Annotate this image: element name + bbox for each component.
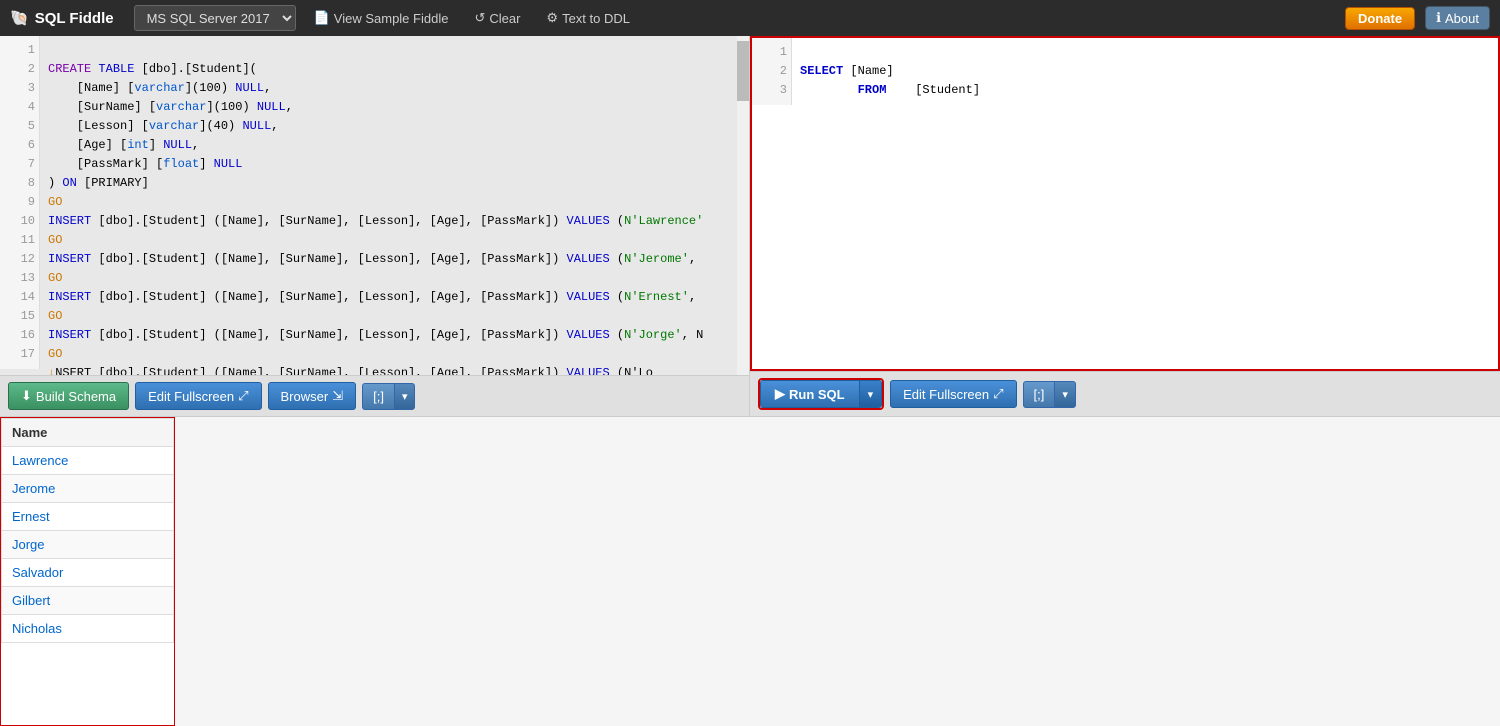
table-cell-name: Ernest — [2, 503, 174, 531]
browser-button[interactable]: Browser ⇲ — [268, 382, 357, 410]
left-scroll[interactable] — [737, 36, 749, 375]
header: 🐚 SQL Fiddle MS SQL Server 2017 MySQL 5.… — [0, 0, 1500, 36]
browser-icon: ⇲ — [332, 388, 343, 404]
edit-fullscreen-left-button[interactable]: Edit Fullscreen ⤢ — [135, 382, 261, 410]
donate-button[interactable]: Donate — [1345, 7, 1415, 30]
table-cell-name: Nicholas — [2, 615, 174, 643]
db-selector[interactable]: MS SQL Server 2017 MySQL 5.6 MySQL 5.7 P… — [134, 5, 296, 31]
logo-text: SQL Fiddle — [35, 10, 114, 27]
semicolon-group-left: [;] ▾ — [362, 383, 415, 410]
semicolon-right-label: [;] — [1034, 387, 1045, 402]
main-area: 1234567891011121314151617 CREATE TABLE [… — [0, 36, 1500, 726]
about-button[interactable]: ℹ About — [1425, 6, 1490, 30]
view-sample-button[interactable]: 📄 View Sample Fiddle — [306, 6, 457, 30]
table-row: Ernest — [2, 503, 174, 531]
table-row: Salvador — [2, 559, 174, 587]
editors-row: 1234567891011121314151617 CREATE TABLE [… — [0, 36, 1500, 416]
results-column-header: Name — [2, 419, 174, 447]
logo-icon: 🐚 — [10, 9, 29, 27]
right-code-display[interactable]: SELECT [Name] FROM [Student] — [792, 38, 1498, 105]
build-schema-button[interactable]: ⬇ Build Schema — [8, 382, 129, 410]
semicolon-right-dropdown[interactable]: ▾ — [1054, 381, 1076, 408]
semicolon-group-right: [;] ▾ — [1023, 381, 1076, 408]
text-ddl-icon: ⚙ — [546, 10, 558, 26]
right-line-numbers: 123 — [752, 38, 792, 105]
line-numbers-left: 1234567891011121314151617 — [0, 36, 40, 369]
run-icon: ▶ — [775, 386, 785, 402]
table-cell-name: Gilbert — [2, 587, 174, 615]
text-to-ddl-button[interactable]: ⚙ Text to DDL — [538, 6, 638, 30]
table-row: Gilbert — [2, 587, 174, 615]
view-sample-icon: 📄 — [314, 10, 330, 26]
table-row: Lawrence — [2, 447, 174, 475]
semicolon-left-label: [;] — [373, 389, 384, 404]
build-icon: ⬇ — [21, 388, 32, 404]
clear-icon: ↺ — [474, 10, 485, 26]
results-tbody: LawrenceJeromeErnestJorgeSalvadorGilbert… — [2, 447, 174, 643]
table-row: Nicholas — [2, 615, 174, 643]
table-row: Jorge — [2, 531, 174, 559]
semicolon-left-dropdown[interactable]: ▾ — [394, 383, 416, 410]
results-table: Name LawrenceJeromeErnestJorgeSalvadorGi… — [1, 418, 174, 643]
edit-fullscreen-left-icon: ⤢ — [238, 388, 248, 404]
edit-fullscreen-right-icon: ⤢ — [993, 386, 1003, 402]
info-icon: ℹ — [1436, 10, 1441, 26]
text-to-ddl-label: Text to DDL — [562, 11, 630, 26]
build-schema-label: Build Schema — [36, 389, 116, 404]
left-panel: 1234567891011121314151617 CREATE TABLE [… — [0, 36, 750, 416]
run-sql-label: Run SQL — [789, 387, 845, 402]
table-cell-name: Salvador — [2, 559, 174, 587]
table-cell-name: Jorge — [2, 531, 174, 559]
table-row: Jerome — [2, 475, 174, 503]
results-table-container: Name LawrenceJeromeErnestJorgeSalvadorGi… — [0, 417, 175, 726]
about-label: About — [1445, 11, 1479, 26]
table-cell-name: Lawrence — [2, 447, 174, 475]
edit-fullscreen-right-label: Edit Fullscreen — [903, 387, 989, 402]
right-editor: 123 SELECT [Name] FROM [Student] — [750, 36, 1500, 371]
run-sql-dropdown[interactable]: ▾ — [859, 380, 883, 408]
left-editor: 1234567891011121314151617 CREATE TABLE [… — [0, 36, 749, 375]
table-cell-name: Jerome — [2, 475, 174, 503]
edit-fullscreen-left-label: Edit Fullscreen — [148, 389, 234, 404]
edit-fullscreen-right-button[interactable]: Edit Fullscreen ⤢ — [890, 380, 1016, 408]
right-editor-inner: 123 SELECT [Name] FROM [Student] — [752, 38, 1498, 105]
results-area: Name LawrenceJeromeErnestJorgeSalvadorGi… — [0, 416, 1500, 726]
right-toolbar: ▶ Run SQL ▾ Edit Fullscreen ⤢ [;] ▾ — [750, 371, 1500, 416]
left-code-display[interactable]: CREATE TABLE [dbo].[Student]( [Name] [va… — [40, 36, 749, 375]
run-sql-group: ▶ Run SQL ▾ — [758, 378, 884, 410]
semicolon-right-button[interactable]: [;] — [1023, 381, 1055, 408]
right-panel: 123 SELECT [Name] FROM [Student] ▶ Run S… — [750, 36, 1500, 416]
clear-label: Clear — [489, 11, 520, 26]
semicolon-left-button[interactable]: [;] — [362, 383, 394, 410]
left-toolbar: ⬇ Build Schema Edit Fullscreen ⤢ Browser… — [0, 375, 749, 416]
run-sql-button[interactable]: ▶ Run SQL — [760, 380, 859, 408]
results-empty-area — [175, 417, 1500, 726]
view-sample-label: View Sample Fiddle — [334, 11, 449, 26]
browser-label: Browser — [281, 389, 329, 404]
clear-button[interactable]: ↺ Clear — [466, 6, 528, 30]
logo-area: 🐚 SQL Fiddle — [10, 9, 114, 27]
